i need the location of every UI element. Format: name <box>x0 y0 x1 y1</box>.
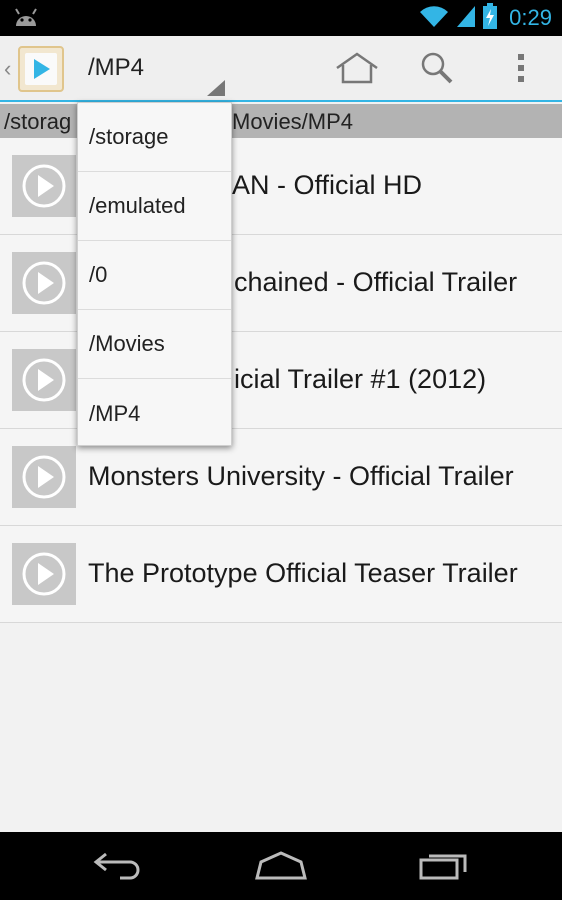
recent-apps-button[interactable] <box>414 850 474 884</box>
back-button[interactable] <box>88 850 148 884</box>
app-icon[interactable] <box>18 46 64 92</box>
overflow-icon <box>516 52 526 89</box>
file-title: The Prototype Official Teaser Trailer <box>88 558 518 588</box>
search-icon <box>418 50 458 91</box>
dropdown-item-0[interactable]: /0 <box>78 241 231 310</box>
video-thumbnail <box>12 543 76 605</box>
video-thumbnail <box>12 446 76 508</box>
list-item[interactable]: The Prototype Official Teaser Trailer <box>0 526 562 623</box>
path-prefix: /storag <box>4 109 72 134</box>
play-icon <box>22 358 66 402</box>
up-caret-icon[interactable]: ‹ <box>4 56 11 82</box>
battery-charging-icon <box>483 2 498 34</box>
spinner-indicator-icon <box>207 80 225 96</box>
overflow-menu-button[interactable] <box>497 50 545 90</box>
back-icon <box>92 850 144 885</box>
dropdown-item-emulated[interactable]: /emulated <box>78 172 231 241</box>
android-icon <box>12 6 40 33</box>
video-thumbnail <box>12 252 76 314</box>
folder-dropdown-menu: /storage /emulated /0 /Movies /MP4 <box>77 102 232 446</box>
status-icons: 0:29 <box>419 2 552 34</box>
home-button[interactable] <box>333 50 381 90</box>
clock: 0:29 <box>509 5 552 30</box>
action-bar: ‹ /MP4 <box>0 36 562 102</box>
play-icon <box>22 164 66 208</box>
path-suffix: Movies/MP4 <box>232 109 354 134</box>
dropdown-item-mp4[interactable]: /MP4 <box>78 379 231 448</box>
recent-apps-icon <box>417 850 471 885</box>
video-thumbnail <box>12 155 76 217</box>
home-nav-button[interactable] <box>251 850 311 884</box>
folder-spinner-title[interactable]: /MP4 <box>88 54 144 82</box>
file-title: chained - Official Trailer <box>234 267 518 297</box>
file-title: icial Trailer #1 (2012) <box>234 364 487 394</box>
navigation-bar <box>0 832 562 900</box>
home-icon <box>334 51 380 90</box>
play-icon <box>22 455 66 499</box>
dropdown-item-movies[interactable]: /Movies <box>78 310 231 379</box>
file-title: Monsters University - Official Trailer <box>88 461 514 491</box>
wifi-icon <box>419 4 449 33</box>
video-thumbnail <box>12 349 76 411</box>
play-icon <box>22 552 66 596</box>
signal-icon <box>455 4 477 33</box>
file-title: AN - Official HD <box>232 170 423 200</box>
status-bar: 0:29 <box>0 0 562 36</box>
search-button[interactable] <box>414 50 462 90</box>
play-icon <box>22 261 66 305</box>
dropdown-item-storage[interactable]: /storage <box>78 103 231 172</box>
home-icon <box>253 850 309 885</box>
